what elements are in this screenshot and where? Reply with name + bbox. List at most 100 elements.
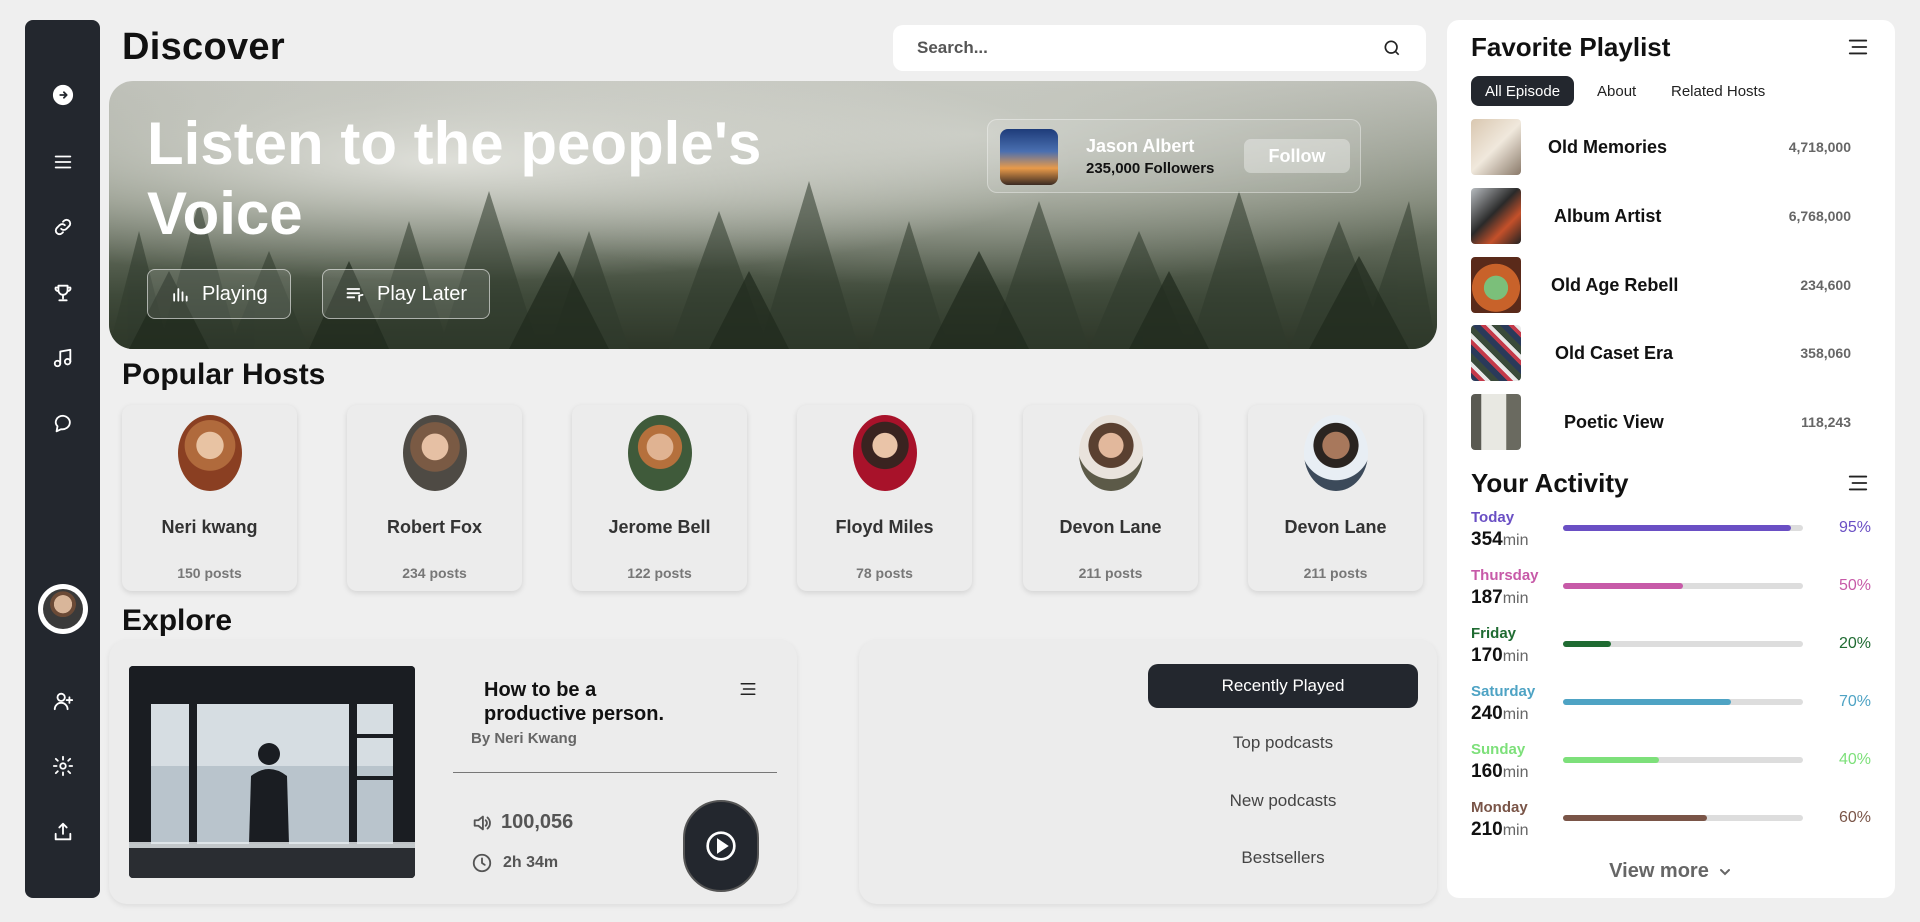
activity-row: Thursday 187min 50% bbox=[1471, 567, 1871, 623]
host-name: Neri kwang bbox=[161, 517, 258, 537]
playlist-thumbnail bbox=[1471, 188, 1521, 244]
sidebar bbox=[25, 20, 100, 898]
playlist-count: 118,243 bbox=[1801, 414, 1851, 430]
playlist-menu-icon[interactable] bbox=[1847, 36, 1869, 58]
activity-title: Your Activity bbox=[1471, 468, 1629, 498]
category-recently-played[interactable]: Recently Played bbox=[1148, 664, 1418, 708]
host-card[interactable]: Devon Lane 211 posts bbox=[1023, 405, 1198, 591]
minutes-unit: min bbox=[1502, 648, 1529, 665]
playlist-item[interactable]: Poetic View 118,243 bbox=[1471, 394, 1851, 452]
menu-icon[interactable] bbox=[50, 149, 76, 175]
playlist-count: 4,718,000 bbox=[1788, 139, 1851, 155]
host-card[interactable]: Devon Lane 211 posts bbox=[1248, 405, 1423, 591]
activity-row: Today 354min 95% bbox=[1471, 509, 1871, 565]
user-avatar[interactable] bbox=[37, 584, 88, 634]
divider bbox=[453, 772, 777, 773]
playlist-item[interactable]: Old Age Rebell 234,600 bbox=[1471, 257, 1851, 315]
activity-row: Saturday 240min 70% bbox=[1471, 683, 1871, 739]
playlist-item[interactable]: Old Memories 4,718,000 bbox=[1471, 119, 1851, 177]
host-posts: 78 posts bbox=[856, 565, 913, 581]
activity-minutes: 240min bbox=[1471, 703, 1528, 725]
host-card[interactable]: Jerome Bell 122 posts bbox=[572, 405, 747, 591]
activity-minutes: 187min bbox=[1471, 587, 1528, 609]
page-title: Discover bbox=[122, 26, 285, 68]
activity-minutes: 210min bbox=[1471, 819, 1528, 841]
activity-day: Saturday bbox=[1471, 683, 1536, 700]
menu-icon[interactable] bbox=[739, 680, 757, 698]
activity-day: Sunday bbox=[1471, 741, 1526, 758]
activity-percent: 95% bbox=[1838, 519, 1871, 536]
activity-minutes: 170min bbox=[1471, 645, 1528, 667]
minutes-value: 240 bbox=[1471, 703, 1503, 724]
playlist-item[interactable]: Album Artist 6,768,000 bbox=[1471, 188, 1851, 246]
host-name: Devon Lane bbox=[1059, 517, 1162, 537]
right-panel: Favorite Playlist All Episode About Rela… bbox=[1447, 20, 1895, 898]
host-followers: 235,000 Followers bbox=[1086, 160, 1215, 177]
hero-banner: Listen to the people's Voice Playing Pla… bbox=[109, 81, 1437, 349]
playing-label: Playing bbox=[202, 282, 268, 305]
listeners-count: 100,056 bbox=[501, 811, 574, 833]
search-input[interactable] bbox=[917, 38, 1382, 58]
tab-all-episode[interactable]: All Episode bbox=[1471, 76, 1575, 106]
category-top-podcasts[interactable]: Top podcasts bbox=[1148, 721, 1418, 765]
activity-percent: 40% bbox=[1838, 751, 1871, 768]
duration: 2h 34m bbox=[471, 852, 558, 874]
arrow-circle-icon[interactable] bbox=[50, 82, 76, 108]
category-bestsellers[interactable]: Bestsellers bbox=[1148, 836, 1418, 880]
explore-title: Explore bbox=[122, 604, 233, 637]
host-posts: 150 posts bbox=[177, 565, 242, 581]
playlist-item[interactable]: Old Caset Era 358,060 bbox=[1471, 325, 1851, 383]
host-card[interactable]: Neri kwang 150 posts bbox=[122, 405, 297, 591]
playlist-name: Poetic View bbox=[1564, 412, 1664, 432]
view-more-button[interactable]: View more bbox=[1447, 860, 1895, 883]
avatar bbox=[1303, 415, 1368, 491]
logout-icon[interactable] bbox=[50, 819, 76, 845]
host-card[interactable]: Floyd Miles 78 posts bbox=[797, 405, 972, 591]
progress-track bbox=[1563, 525, 1803, 531]
progress-track bbox=[1563, 699, 1803, 705]
listeners: 100,056 bbox=[471, 811, 573, 834]
equalizer-icon bbox=[173, 288, 188, 302]
music-note-icon[interactable] bbox=[50, 345, 76, 371]
tab-related-hosts[interactable]: Related Hosts bbox=[1657, 76, 1779, 106]
category-new-podcasts[interactable]: New podcasts bbox=[1148, 779, 1418, 823]
playing-button[interactable]: Playing bbox=[147, 269, 291, 319]
follow-button[interactable]: Follow bbox=[1244, 139, 1350, 173]
add-user-icon[interactable] bbox=[50, 688, 76, 714]
avatar bbox=[852, 415, 917, 491]
host-posts: 234 posts bbox=[402, 565, 467, 581]
minutes-unit: min bbox=[1502, 822, 1529, 839]
playlist-name: Old Age Rebell bbox=[1551, 275, 1679, 295]
link-icon[interactable] bbox=[50, 214, 76, 240]
activity-menu-icon[interactable] bbox=[1847, 472, 1869, 494]
settings-icon[interactable] bbox=[50, 753, 76, 779]
chat-icon[interactable] bbox=[50, 411, 76, 437]
clock-icon bbox=[472, 853, 492, 873]
host-name: Devon Lane bbox=[1284, 517, 1387, 537]
progress-fill bbox=[1563, 641, 1611, 647]
episode-card: How to be a productive person. By Neri K… bbox=[109, 640, 797, 904]
play-icon bbox=[706, 831, 736, 861]
episode-author: By Neri Kwang bbox=[471, 730, 577, 747]
playlist-name: Old Caset Era bbox=[1555, 343, 1674, 363]
host-card[interactable]: Robert Fox 234 posts bbox=[347, 405, 522, 591]
progress-fill bbox=[1563, 757, 1659, 763]
tab-about[interactable]: About bbox=[1583, 76, 1650, 106]
host-name: Floyd Miles bbox=[835, 517, 934, 537]
progress-fill bbox=[1563, 525, 1791, 531]
view-more-label: View more bbox=[1609, 860, 1709, 882]
avatar bbox=[402, 415, 467, 491]
activity-day: Thursday bbox=[1471, 567, 1539, 584]
play-button[interactable] bbox=[683, 800, 759, 892]
trophy-icon[interactable] bbox=[50, 280, 76, 306]
activity-day: Monday bbox=[1471, 799, 1528, 816]
minutes-value: 210 bbox=[1471, 819, 1503, 840]
activity-percent: 60% bbox=[1838, 809, 1871, 826]
host-name: Jason Albert bbox=[1086, 136, 1195, 156]
activity-day: Today bbox=[1471, 509, 1515, 526]
search-icon[interactable] bbox=[1382, 38, 1402, 58]
host-thumbnail bbox=[1000, 129, 1058, 185]
minutes-unit: min bbox=[1502, 764, 1529, 781]
minutes-value: 160 bbox=[1471, 761, 1503, 782]
play-later-button[interactable]: Play Later bbox=[322, 269, 491, 319]
